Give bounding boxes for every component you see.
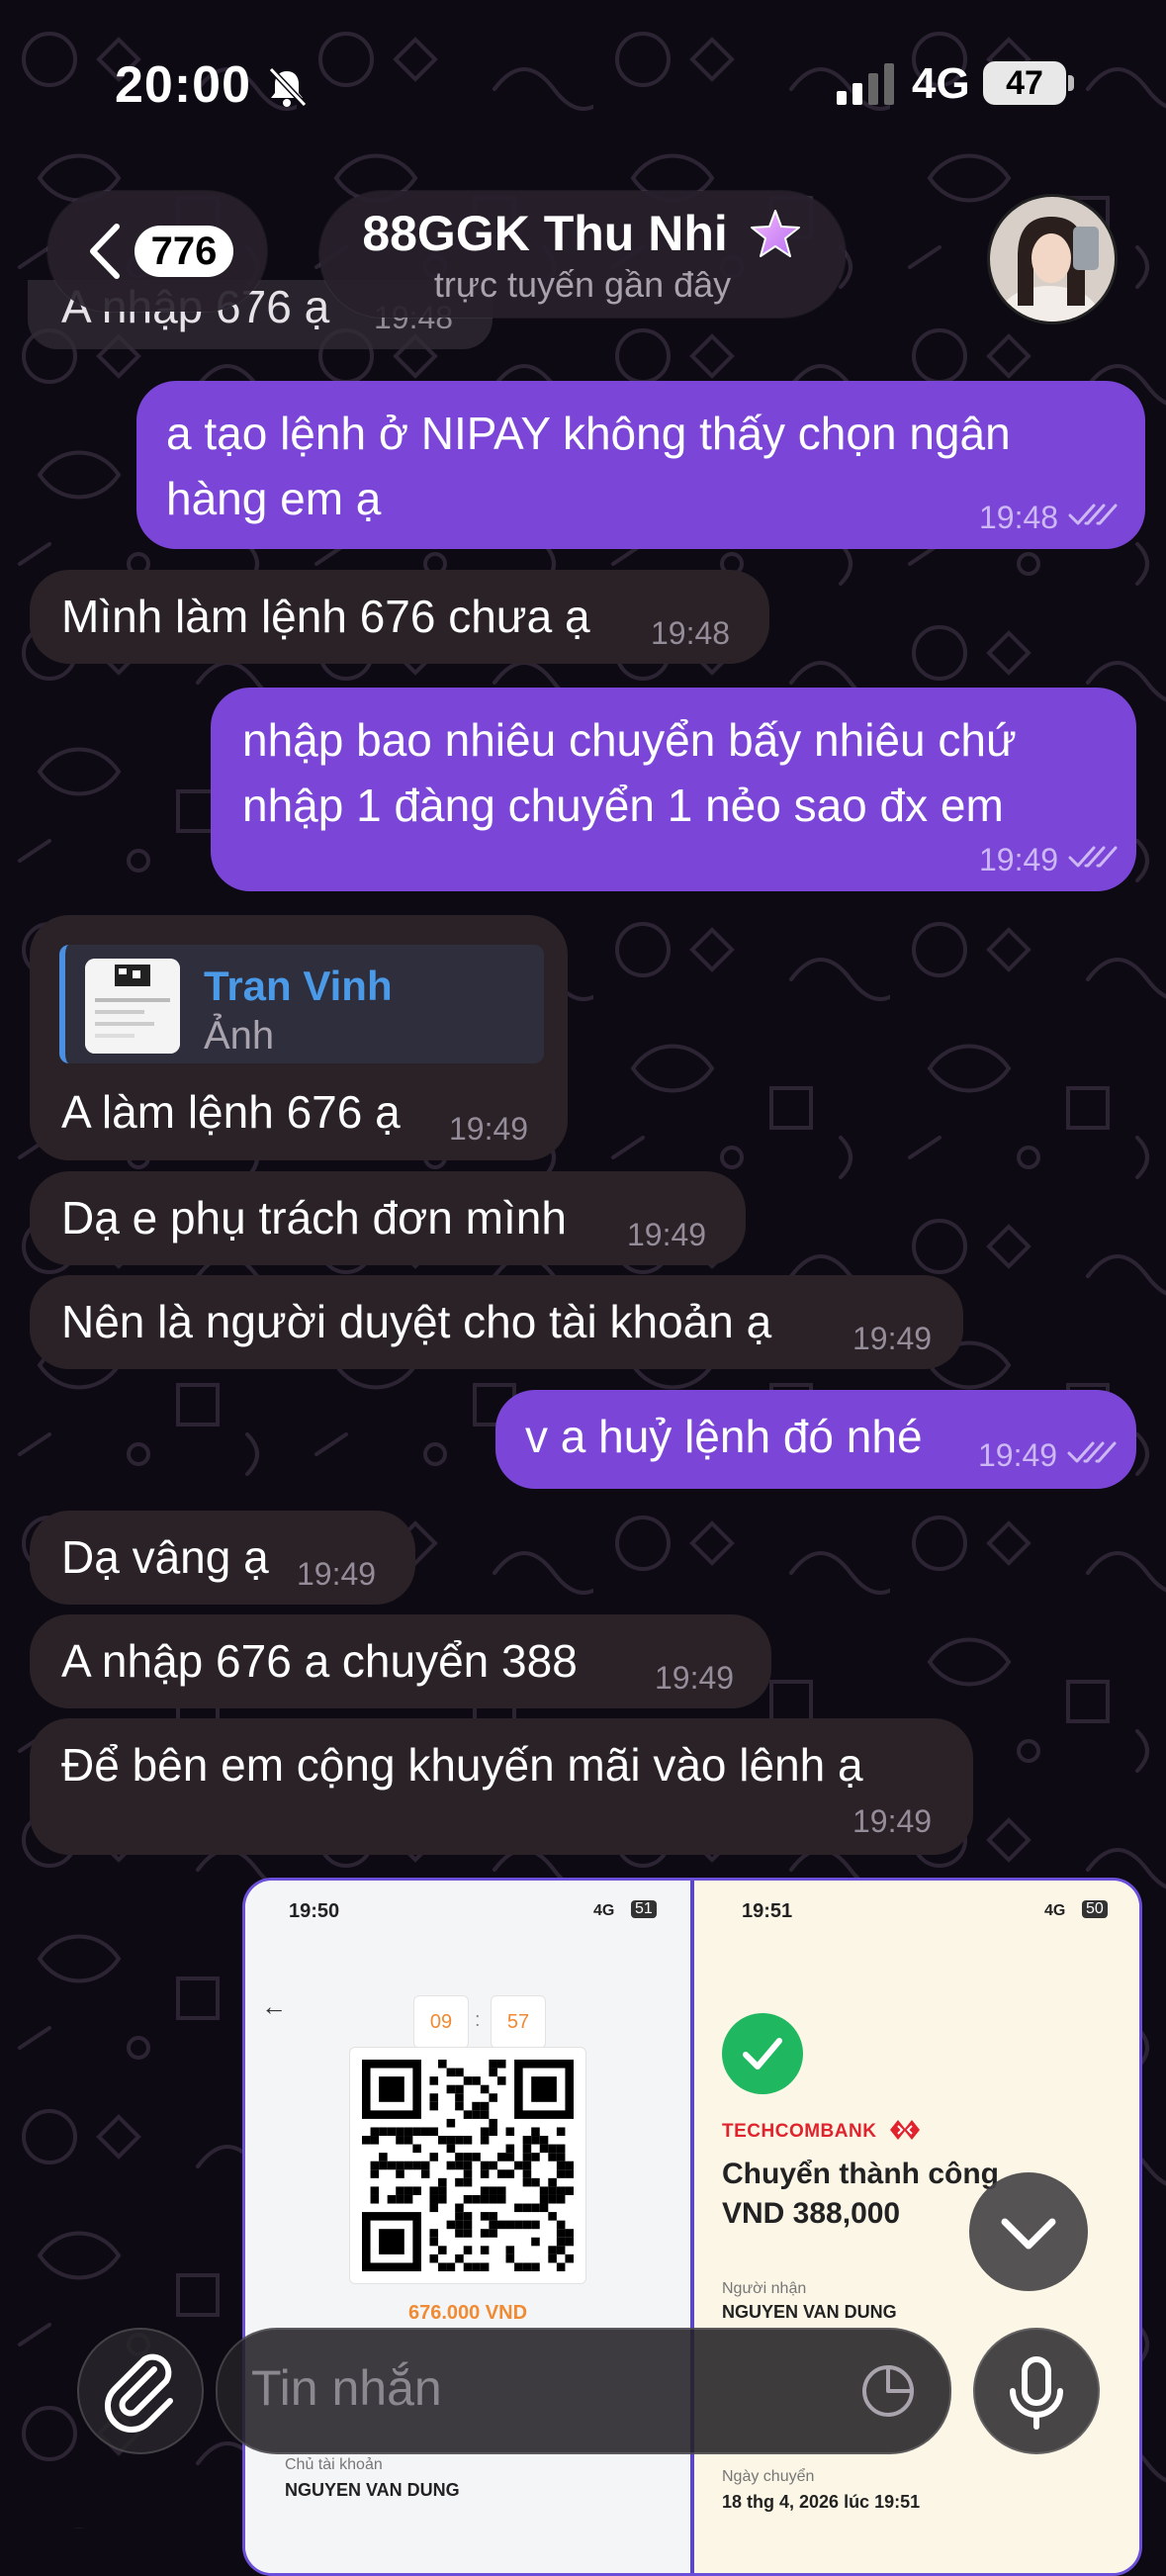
message-bubble-outgoing[interactable]: nhập bao nhiêu chuyển bấy nhiêu chứ nhập…	[211, 688, 1136, 891]
message-time: 19:49	[979, 842, 1059, 877]
transfer-date: 18 thg 4, 2026 lúc 19:51	[722, 2492, 921, 2512]
message-bubble-incoming[interactable]: Tran Vinh Ảnh A làm lệnh 676 ạ 19:49	[30, 915, 568, 1160]
message-input[interactable]: Tin nhắn	[216, 2328, 951, 2454]
message-bubble-incoming[interactable]: Nên là người duyệt cho tài khoản ạ 19:49	[30, 1275, 963, 1369]
attach-button[interactable]	[77, 2328, 204, 2454]
network-type: 4G	[912, 59, 970, 108]
read-ticks-icon	[1068, 504, 1118, 525]
message-text: a tạo lệnh ở NIPAY không thấy chọn ngân	[166, 408, 1011, 459]
message-time: 19:49	[655, 1660, 735, 1696]
message-time: 19:48	[651, 615, 731, 651]
reply-type: Ảnh	[204, 1014, 275, 1058]
message-time: 19:49	[978, 1437, 1058, 1473]
chevron-down-icon	[1001, 2218, 1056, 2250]
chevron-left-icon	[90, 224, 120, 279]
recipient-name: NGUYEN VAN DUNG	[722, 2302, 897, 2322]
transfer-amount: VND 388,000	[722, 2197, 901, 2230]
paperclip-icon	[104, 2353, 173, 2434]
message-input-placeholder: Tin nhắn	[251, 2360, 442, 2416]
bank-logo: TECHCOMBANK	[722, 2118, 922, 2143]
message-text: Dạ e phụ trách đơn mình	[61, 1192, 567, 1243]
message-text: A nhập 676 a chuyển 388	[61, 1635, 578, 1687]
reply-author: Tran Vinh	[204, 963, 393, 1009]
microphone-button[interactable]	[973, 2328, 1100, 2454]
chat-title: 88GGK Thu Nhi	[319, 205, 846, 262]
message-bubble-outgoing[interactable]: a tạo lệnh ở NIPAY không thấy chọn ngân …	[136, 381, 1145, 549]
shot-time: 19:50	[289, 1900, 340, 1922]
message-bubble-incoming[interactable]: Để bên em cộng khuyến mãi vào lênh ạ 19:…	[30, 1718, 973, 1855]
shot-battery: 50	[1082, 1900, 1108, 1918]
message-bubble-outgoing[interactable]: v a huỷ lệnh đó nhé 19:49	[495, 1390, 1136, 1489]
payment-qr-screenshot: 19:50 4G 51 ← 09 : 57 676.000 VND Chủ tà…	[245, 1881, 690, 2573]
message-bubble-incoming[interactable]: A nhập 676 a chuyển 388 19:49	[30, 1614, 771, 1708]
owner-name: NGUYEN VAN DUNG	[285, 2480, 460, 2500]
bank-mark-icon	[890, 2120, 921, 2140]
battery-indicator: 47	[983, 61, 1066, 105]
back-button[interactable]: 776	[47, 191, 267, 312]
transfer-success-title: Chuyển thành công	[722, 2158, 999, 2190]
message-time: 19:48	[979, 500, 1059, 535]
status-bar: 20:00 4G 47	[0, 0, 1166, 168]
message-bubble-incoming[interactable]: Mình làm lệnh 676 chưa ạ 19:48	[30, 570, 769, 664]
scroll-to-bottom-button[interactable]	[969, 2172, 1088, 2291]
message-text: Để bên em cộng khuyến mãi vào lênh ạ	[61, 1739, 863, 1791]
qr-code	[349, 2047, 586, 2284]
back-arrow-icon: ←	[261, 1991, 287, 2021]
reply-quote[interactable]: Tran Vinh Ảnh	[59, 945, 544, 1063]
message-text: A làm lệnh 676 ạ	[61, 1086, 401, 1138]
timer-minutes: 09	[413, 1995, 469, 2049]
message-time: 19:49	[297, 1556, 377, 1592]
reply-thumbnail	[85, 959, 180, 1054]
message-time: 19:49	[852, 1803, 933, 1839]
bell-muted-icon	[268, 66, 308, 108]
shot-network: 4G	[1044, 1902, 1066, 1919]
read-ticks-icon	[1067, 1441, 1117, 1463]
signal-icon	[837, 63, 894, 105]
success-check-icon	[722, 2013, 803, 2094]
chat-title-button[interactable]: 88GGK Thu Nhi trực tuyến gần đây	[319, 191, 846, 318]
microphone-icon	[1010, 2356, 1063, 2430]
message-text: nhập 1 đàng chuyển 1 nẻo sao đx em	[242, 780, 1004, 831]
message-time: 19:49	[852, 1321, 933, 1356]
bank-name: TECHCOMBANK	[722, 2121, 877, 2142]
message-bubble-incoming[interactable]: Dạ e phụ trách đơn mình 19:49	[30, 1171, 746, 1265]
timer-separator: :	[475, 2009, 481, 2031]
transfer-date-label: Ngày chuyển	[722, 2468, 815, 2485]
message-text: hàng em ạ	[166, 473, 382, 524]
message-text: Mình làm lệnh 676 chưa ạ	[61, 591, 590, 642]
recipient-label: Người nhận	[722, 2280, 807, 2297]
message-time: 19:49	[627, 1217, 707, 1252]
message-time: 19:49	[449, 1111, 529, 1147]
message-text: Nên là người duyệt cho tài khoản ạ	[61, 1296, 772, 1347]
status-time: 20:00	[115, 56, 251, 114]
chat-title-text: 88GGK Thu Nhi	[362, 206, 728, 261]
message-text: Dạ vâng ạ	[61, 1531, 269, 1583]
message-bubble-incoming[interactable]: Dạ vâng ạ 19:49	[30, 1511, 415, 1605]
premium-star-icon	[750, 210, 800, 257]
message-text: v a huỷ lệnh đó nhé	[525, 1411, 923, 1462]
shot-battery: 51	[631, 1900, 657, 1918]
payment-amount: 676.000 VND	[407, 2302, 528, 2324]
unread-count-badge: 776	[135, 226, 233, 277]
battery-tip	[1068, 75, 1074, 91]
timer-seconds: 57	[491, 1995, 546, 2049]
message-text: nhập bao nhiêu chuyển bấy nhiêu chứ	[242, 714, 1017, 766]
avatar-image	[990, 197, 1115, 322]
chat-status: trực tuyến gần đây	[433, 264, 732, 305]
shot-time: 19:51	[742, 1900, 793, 1922]
read-ticks-icon	[1068, 846, 1118, 868]
shot-network: 4G	[593, 1902, 615, 1919]
owner-label: Chủ tài khoản	[285, 2456, 383, 2473]
sticker-icon[interactable]	[860, 2363, 916, 2419]
avatar[interactable]	[987, 194, 1118, 324]
